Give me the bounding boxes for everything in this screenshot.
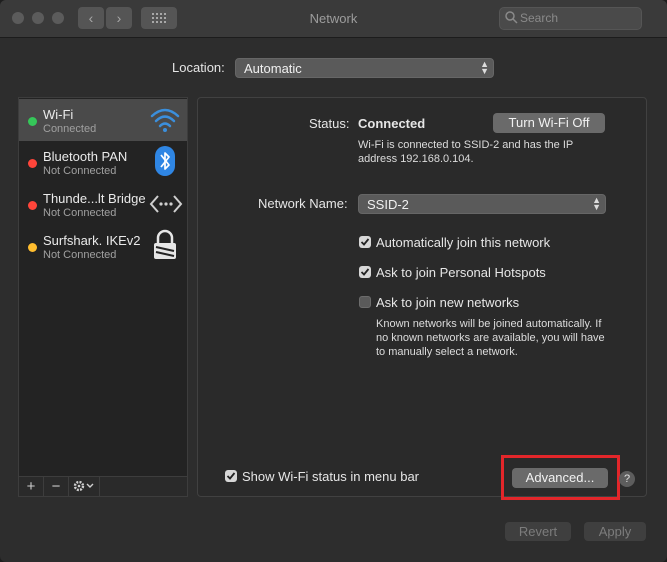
service-name: Bluetooth PAN: [43, 149, 128, 164]
ask-new-networks-label[interactable]: Ask to join new networks: [376, 295, 519, 310]
checkmark-icon: [226, 472, 236, 480]
revert-button[interactable]: Revert: [505, 522, 571, 541]
chevron-updown-icon: ▲ ▼: [480, 59, 489, 76]
service-status: Not Connected: [43, 207, 117, 219]
network-name-value: SSID-2: [367, 197, 409, 212]
ask-new-networks-checkbox[interactable]: [359, 296, 371, 308]
service-name: Surfshark. IKEv2: [43, 233, 141, 248]
status-dot: [28, 201, 37, 210]
search-input[interactable]: Search: [499, 7, 642, 30]
service-item-bluetooth-pan[interactable]: Bluetooth PAN Not Connected: [19, 141, 187, 183]
title-bar: ‹ › Network Search: [0, 0, 667, 38]
service-item-surfshark-ikev2[interactable]: Surfshark. IKEv2 Not Connected: [19, 225, 187, 267]
remove-service-button[interactable]: −: [44, 477, 69, 496]
network-preferences-window: ‹ › Network Search Location: Automatic ▲…: [0, 0, 667, 562]
help-button[interactable]: ?: [619, 471, 635, 487]
known-networks-note-line-2: no known networks are available, you wil…: [376, 332, 605, 344]
turn-wifi-off-button[interactable]: Turn Wi-Fi Off: [493, 113, 605, 133]
status-value: Connected: [358, 116, 426, 131]
service-status: Not Connected: [43, 165, 117, 177]
service-item-thunderbolt-bridge[interactable]: Thunde...lt Bridge Not Connected: [19, 183, 187, 225]
search-icon: [505, 11, 518, 24]
wifi-icon: [150, 108, 180, 132]
status-dot: [28, 243, 37, 252]
status-description-line-1: Wi-Fi is connected to SSID-2 and has the…: [358, 139, 574, 151]
service-status: Not Connected: [43, 249, 117, 261]
status-label: Status:: [309, 116, 350, 131]
status-dot: [28, 159, 37, 168]
gear-icon: [73, 480, 94, 492]
show-wifi-status-checkbox[interactable]: [225, 470, 237, 482]
location-select[interactable]: Automatic ▲ ▼: [235, 58, 494, 78]
service-actions-button[interactable]: [69, 477, 100, 496]
show-wifi-status-label[interactable]: Show Wi-Fi status in menu bar: [242, 469, 419, 484]
service-status: Connected: [43, 123, 97, 135]
known-networks-note-line-1: Known networks will be joined automatica…: [376, 318, 602, 330]
search-placeholder: Search: [520, 11, 559, 25]
location-value: Automatic: [244, 61, 302, 76]
auto-join-label[interactable]: Automatically join this network: [376, 235, 550, 250]
service-list: Wi-Fi Connected Bluetooth PAN Not Connec…: [18, 97, 188, 497]
checkmark-icon: [360, 268, 370, 276]
network-name-select[interactable]: SSID-2 ▲ ▼: [358, 194, 606, 214]
network-name-label: Network Name:: [258, 196, 348, 211]
service-name: Thunde...lt Bridge: [43, 191, 146, 206]
status-dot: [28, 117, 37, 126]
ask-hotspots-checkbox[interactable]: [359, 266, 371, 278]
add-service-button[interactable]: +: [19, 477, 44, 496]
known-networks-note-line-3: to manually select a network.: [376, 346, 518, 358]
auto-join-checkbox[interactable]: [359, 236, 371, 248]
chevron-updown-icon: ▲ ▼: [592, 195, 601, 212]
service-name: Wi-Fi: [43, 107, 74, 122]
ask-hotspots-label[interactable]: Ask to join Personal Hotspots: [376, 265, 546, 280]
annotation-highlight-box: [501, 455, 620, 500]
location-label: Location:: [172, 60, 225, 75]
service-item-wifi[interactable]: Wi-Fi Connected: [19, 99, 187, 141]
checkmark-icon: [360, 238, 370, 246]
vpn-lock-icon: [154, 229, 176, 259]
bluetooth-icon: [155, 146, 175, 176]
thunderbolt-bridge-icon: [149, 195, 183, 213]
status-description-line-2: address 192.168.0.104.: [358, 153, 474, 165]
apply-button[interactable]: Apply: [584, 522, 646, 541]
service-list-controls: + −: [19, 476, 187, 496]
